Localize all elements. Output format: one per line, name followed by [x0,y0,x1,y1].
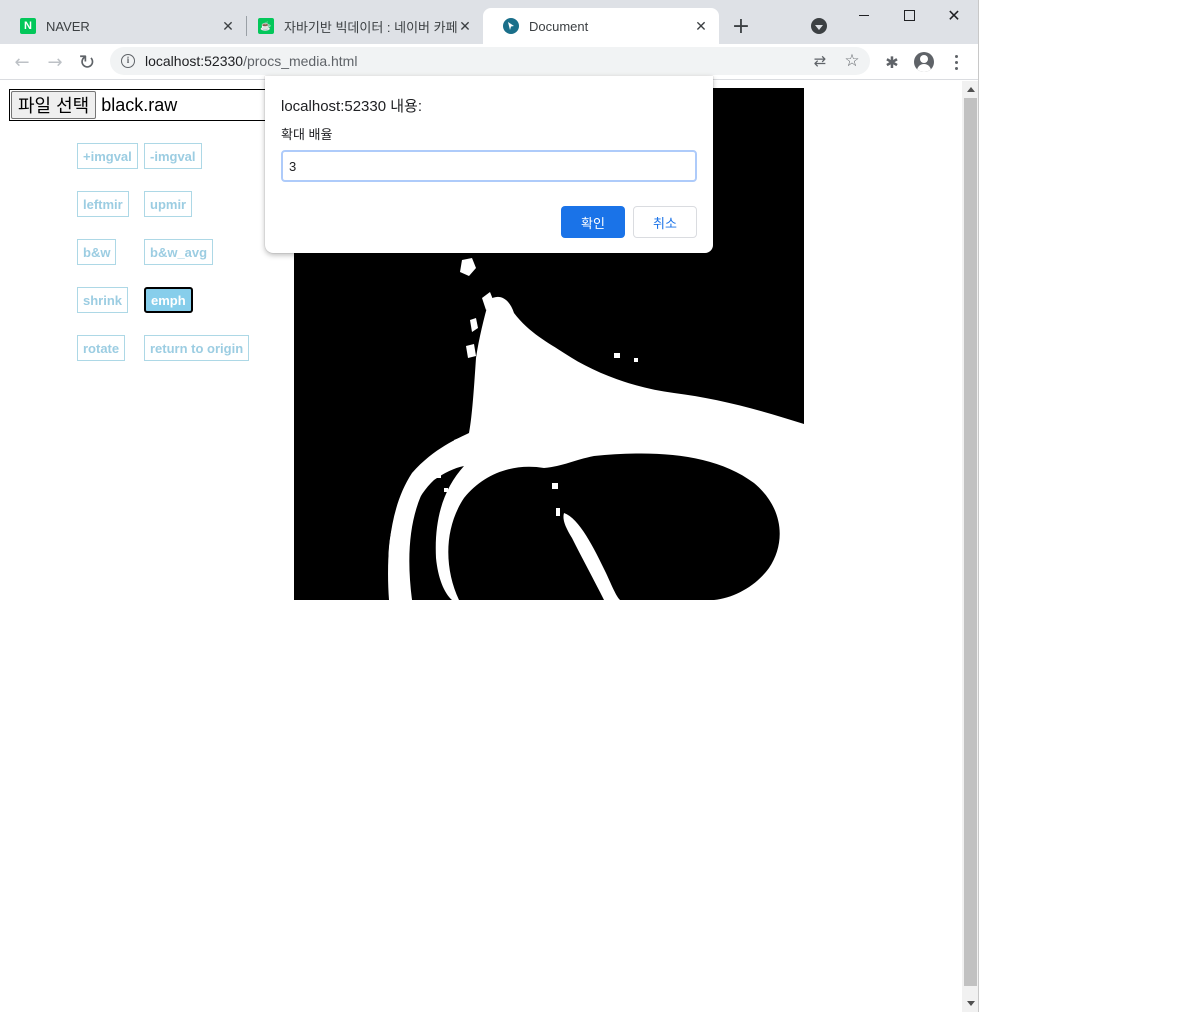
shrink-button[interactable]: shrink [77,287,129,313]
info-icon[interactable]: i [121,54,135,68]
vertical-scrollbar[interactable] [962,81,978,1012]
tab-close-icon[interactable]: ✕ [457,18,473,34]
tab-document[interactable]: Document ✕ [483,8,719,44]
translate-icon[interactable]: ⇄ [806,47,834,75]
bw-button[interactable]: b&w [77,239,117,265]
file-input[interactable]: 파일 선택 black.raw [9,89,279,121]
url-host: localhost:52330 [145,53,244,69]
browser-toolbar: ← → ↻ i localhost:52330/procs_media.html… [0,44,978,80]
file-name: black.raw [101,94,178,115]
leftmir-button[interactable]: leftmir [77,191,129,217]
scroll-up-icon[interactable] [962,81,978,98]
file-select-button[interactable]: 파일 선택 [11,91,97,119]
tab-naver[interactable]: N NAVER ✕ [0,8,246,44]
minimize-button[interactable] [841,0,887,30]
tab-title: 자바기반 빅데이터 : 네이버 카페 [284,19,457,35]
bw-avg-button[interactable]: b&w_avg [144,239,214,265]
menu-icon [954,54,958,70]
tab-search-icon[interactable] [811,18,827,34]
dialog-message: 확대 배율 [281,127,333,142]
scroll-down-icon[interactable] [962,995,978,1012]
naver-icon: N [20,18,36,34]
tab-title: NAVER [46,18,90,34]
document-icon [503,18,519,34]
tab-cafe[interactable]: ☕ 자바기반 빅데이터 : 네이버 카페 ✕ [238,8,483,44]
prompt-dialog: localhost:52330 내용: 확대 배율 확인 취소 [265,76,713,253]
upmir-button[interactable]: upmir [144,191,193,217]
emph-button[interactable]: emph [144,287,193,313]
rotate-button[interactable]: rotate [77,335,126,361]
tab-title: Document [529,18,589,34]
url-text: localhost:52330/procs_media.html [145,53,357,69]
menu-button[interactable] [942,48,970,76]
plus-imgval-button[interactable]: +imgval [77,143,138,169]
browser-window: N NAVER ✕ ☕ 자바기반 빅데이터 : 네이버 카페 ✕ Documen… [0,0,979,1012]
back-button[interactable]: ← [8,48,36,76]
extensions-icon[interactable]: ✱ [878,48,906,76]
star-icon[interactable]: ☆ [838,47,866,75]
dialog-title: localhost:52330 내용: [281,98,423,115]
profile-button[interactable] [910,48,938,76]
tab-strip: N NAVER ✕ ☕ 자바기반 빅데이터 : 네이버 카페 ✕ Documen… [0,0,978,44]
tab-close-icon[interactable]: ✕ [693,18,709,34]
profile-icon [914,52,934,72]
reload-button[interactable]: ↻ [73,48,101,76]
dialog-input[interactable] [281,150,697,182]
return-to-origin-button[interactable]: return to origin [144,335,250,361]
ok-button[interactable]: 확인 [561,206,625,238]
forward-button[interactable]: → [41,48,69,76]
tab-close-icon[interactable]: ✕ [220,18,236,34]
new-tab-button[interactable]: + [728,13,754,39]
address-bar[interactable]: i localhost:52330/procs_media.html ⇄ ☆ [110,47,870,75]
scroll-thumb[interactable] [964,98,977,986]
maximize-button[interactable] [886,0,932,30]
close-window-button[interactable]: ✕ [931,0,977,30]
cafe-icon: ☕ [258,18,274,34]
cancel-button[interactable]: 취소 [633,206,697,238]
url-path: /procs_media.html [243,53,358,69]
minus-imgval-button[interactable]: -imgval [144,143,202,169]
